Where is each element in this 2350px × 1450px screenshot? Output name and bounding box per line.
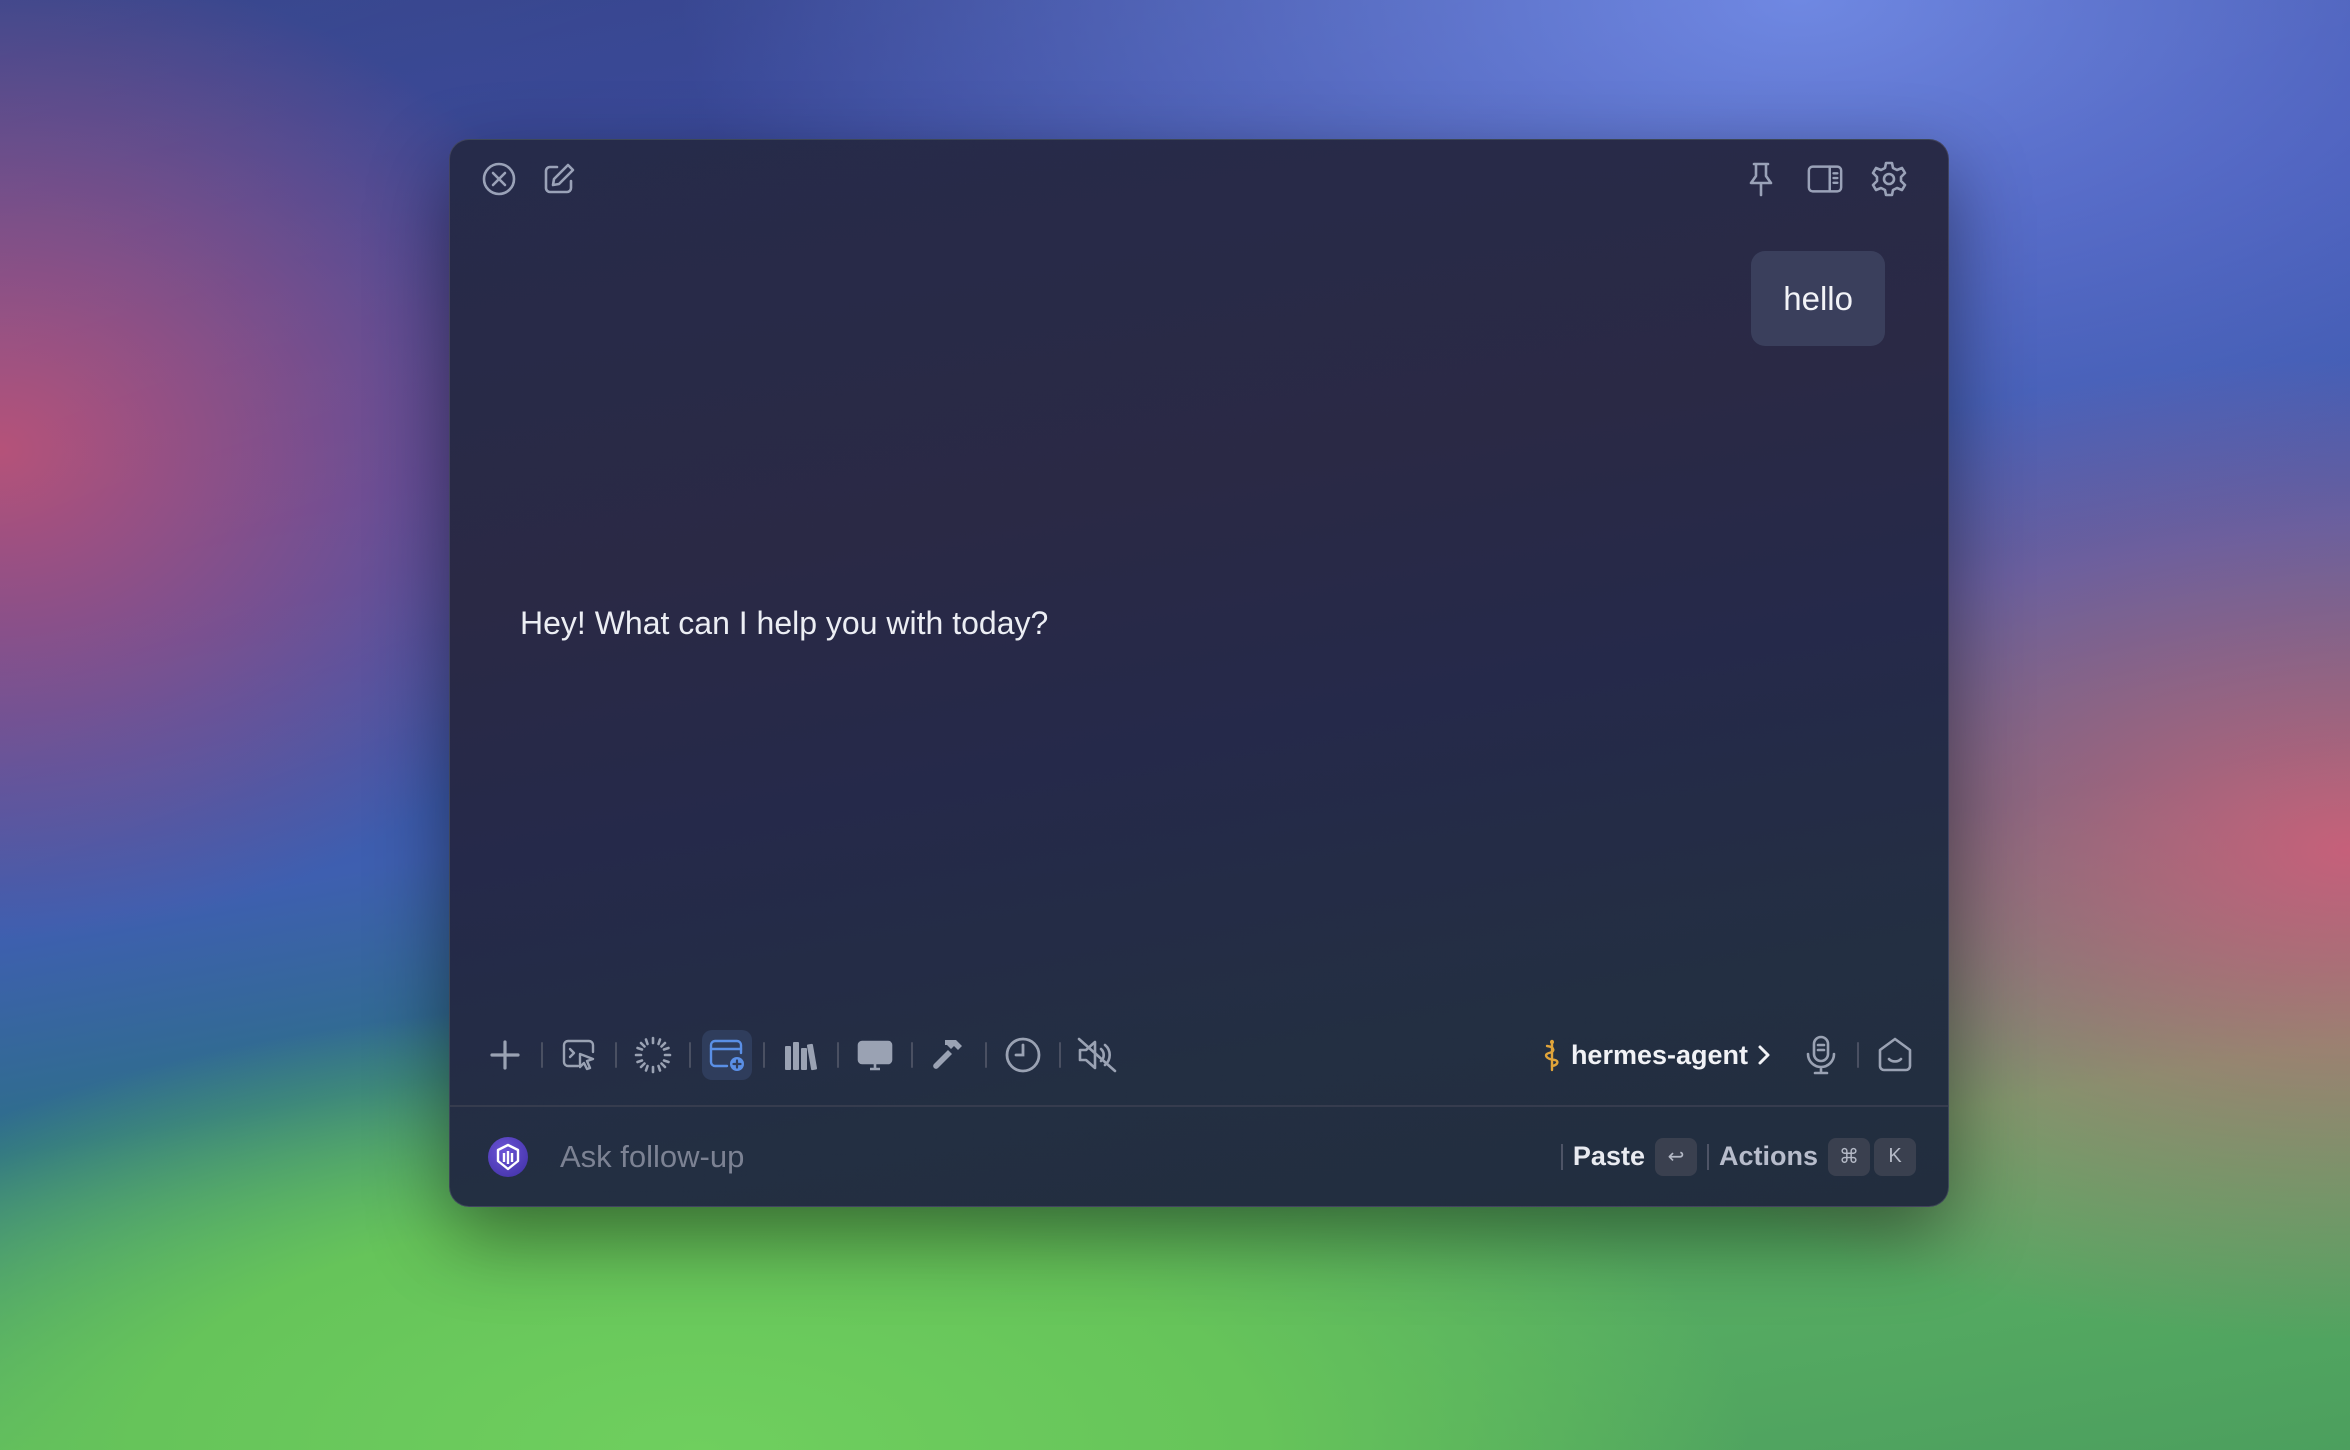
follow-up-input[interactable]: Ask follow-up <box>560 1139 744 1175</box>
pin-icon[interactable] <box>1742 160 1780 198</box>
speaker-muted-icon[interactable] <box>1072 1030 1122 1080</box>
composer-actions: Paste ↩ Actions ⌘ K <box>1551 1137 1916 1176</box>
microphone-icon[interactable] <box>1796 1030 1846 1080</box>
action-divider <box>1706 1143 1709 1170</box>
gear-icon[interactable] <box>1870 160 1908 198</box>
toolbar-divider <box>1857 1042 1859 1068</box>
paste-button[interactable]: Paste <box>1573 1141 1645 1172</box>
staff-icon <box>1541 1038 1563 1072</box>
action-divider <box>1560 1143 1563 1170</box>
toolbar-divider <box>763 1042 765 1068</box>
agent-name: hermes-agent <box>1570 1039 1748 1070</box>
command-key-hint: ⌘ <box>1828 1137 1870 1176</box>
window-controls-left <box>480 160 578 198</box>
toolbar-divider <box>541 1042 543 1068</box>
close-icon[interactable] <box>480 160 518 198</box>
return-key-hint: ↩ <box>1654 1137 1697 1176</box>
toolbar-divider <box>837 1042 839 1068</box>
toolbar-right: hermes-agent <box>1541 1030 1920 1080</box>
composer-toolbar: hermes-agent <box>480 1020 1920 1090</box>
user-message-bubble: hello <box>1751 251 1885 346</box>
new-window-icon[interactable] <box>702 1030 752 1080</box>
chevron-right-icon <box>1756 1042 1772 1068</box>
k-key-hint: K <box>1874 1137 1916 1176</box>
app-logo-icon <box>488 1136 528 1177</box>
monitor-icon[interactable] <box>850 1030 900 1080</box>
toolbar-divider <box>689 1042 691 1068</box>
home-face-icon[interactable] <box>1870 1030 1920 1080</box>
agent-selector[interactable]: hermes-agent <box>1541 1038 1772 1072</box>
toolbar-divider <box>911 1042 913 1068</box>
hammer-icon[interactable] <box>924 1030 974 1080</box>
loading-icon[interactable] <box>628 1030 678 1080</box>
plus-icon[interactable] <box>480 1030 530 1080</box>
user-message-text: hello <box>1783 279 1853 317</box>
screen-select-icon[interactable] <box>554 1030 604 1080</box>
toolbar-divider <box>1059 1042 1061 1068</box>
assistant-message: Hey! What can I help you with today? <box>520 605 1049 641</box>
composer-input-bar: Ask follow-up Paste ↩ Actions ⌘ K <box>450 1107 1948 1206</box>
sidebar-icon[interactable] <box>1806 160 1844 198</box>
actions-button[interactable]: Actions <box>1719 1141 1818 1172</box>
library-icon[interactable] <box>776 1030 826 1080</box>
compose-icon[interactable] <box>540 160 578 198</box>
window-controls-right <box>1742 160 1908 198</box>
toolbar-divider <box>985 1042 987 1068</box>
toolbar-divider <box>615 1042 617 1068</box>
clock-icon[interactable] <box>998 1030 1048 1080</box>
chat-window: hello Hey! What can I help you with toda… <box>449 139 1949 1207</box>
